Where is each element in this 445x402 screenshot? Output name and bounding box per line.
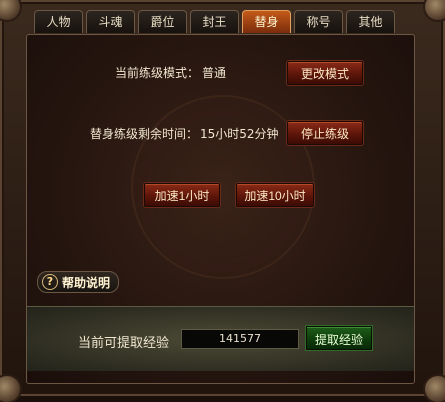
- corner-ornament-icon: [425, 0, 445, 20]
- training-mode-label: 当前练级模式：: [115, 66, 200, 80]
- help-button[interactable]: ? 帮助说明: [37, 271, 120, 293]
- remaining-time-value: 15小时52分钟: [200, 127, 279, 141]
- change-mode-button[interactable]: 更改模式: [287, 61, 363, 85]
- tab-other[interactable]: 其他: [346, 10, 395, 33]
- question-icon: ?: [42, 274, 58, 290]
- experience-value-field[interactable]: [181, 329, 299, 349]
- tab-bar: 人物 斗魂 爵位 封王 替身 称号 其他: [34, 10, 395, 34]
- tab-substitute[interactable]: 替身: [242, 10, 291, 33]
- remaining-time-label: 替身练级剩余时间：: [90, 127, 199, 141]
- speedup-1-hour-button[interactable]: 加速1小时: [144, 183, 220, 207]
- tab-king[interactable]: 封王: [190, 10, 239, 33]
- corner-ornament-icon: [0, 376, 20, 402]
- tab-fighting-soul[interactable]: 斗魂: [86, 10, 135, 33]
- extract-experience-button[interactable]: 提取经验: [306, 326, 372, 350]
- window-frame: 人物 斗魂 爵位 封王 替身 称号 其他 当前练级模式： 普通 更改模式 替身练…: [0, 0, 445, 402]
- training-mode-value: 普通: [202, 66, 227, 80]
- stop-training-button[interactable]: 停止练级: [287, 121, 363, 145]
- corner-ornament-icon: [0, 0, 20, 20]
- tab-title[interactable]: 称号: [294, 10, 343, 33]
- corner-ornament-icon: [425, 376, 445, 402]
- tab-character[interactable]: 人物: [34, 10, 83, 33]
- speedup-10-hours-button[interactable]: 加速10小时: [236, 183, 314, 207]
- experience-bar: 当前可提取经验 提取经验: [27, 306, 414, 371]
- help-label: 帮助说明: [62, 275, 111, 290]
- tab-nobility[interactable]: 爵位: [138, 10, 187, 33]
- experience-label: 当前可提取经验: [78, 336, 170, 351]
